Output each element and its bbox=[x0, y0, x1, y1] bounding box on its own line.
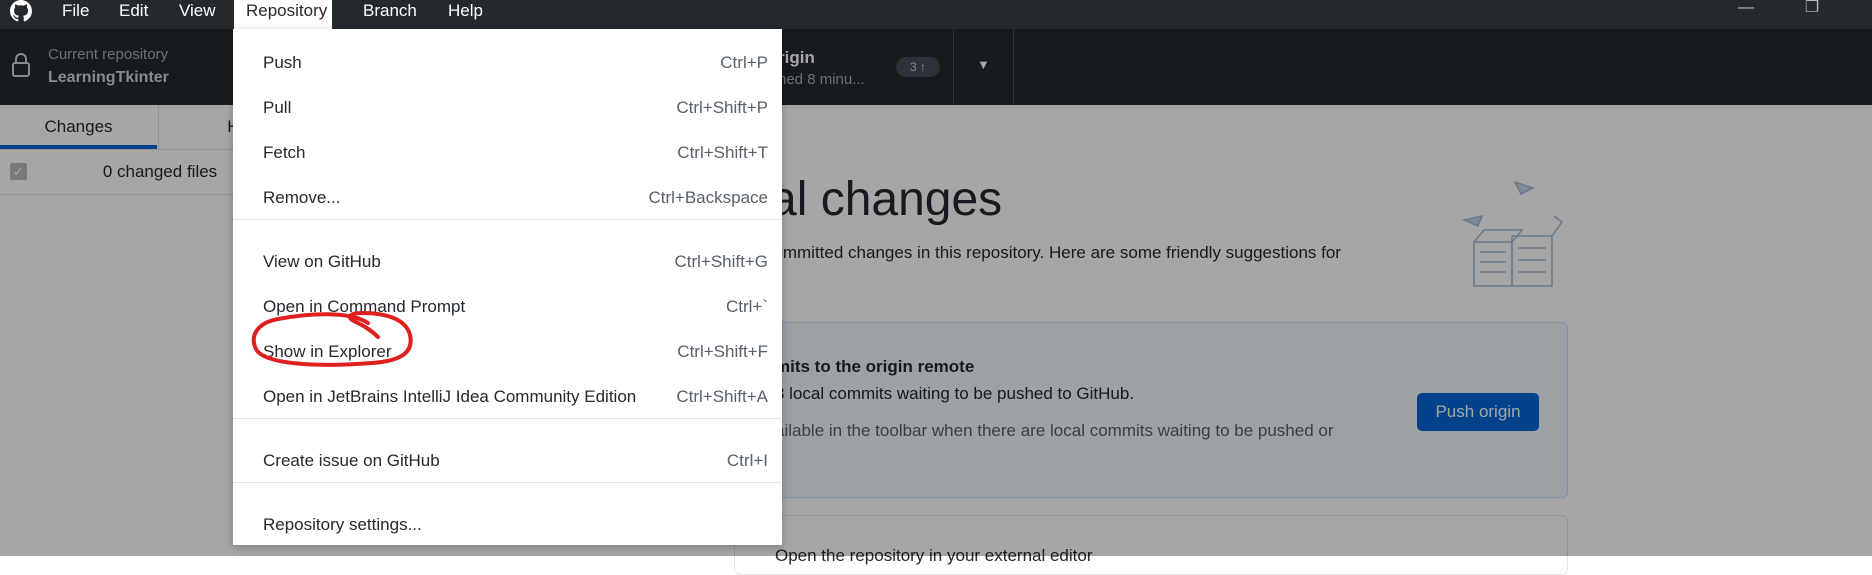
menu-item-remove[interactable]: Remove... Ctrl+Backspace bbox=[233, 179, 782, 217]
restore-icon[interactable]: ❐ bbox=[1792, 0, 1832, 22]
menu-item-pull[interactable]: Pull Ctrl+Shift+P bbox=[233, 89, 782, 127]
menu-item-shortcut: Ctrl+Shift+A bbox=[676, 387, 768, 406]
annotation-circle bbox=[251, 310, 413, 367]
repository-menu: Push Ctrl+P Pull Ctrl+Shift+P Fetch Ctrl… bbox=[233, 29, 782, 545]
menu-item-shortcut: Ctrl+Backspace bbox=[648, 188, 768, 207]
minimize-icon[interactable]: — bbox=[1726, 0, 1766, 22]
menu-separator bbox=[233, 418, 782, 419]
menu-item-shortcut: Ctrl+` bbox=[725, 297, 768, 316]
github-logo-icon bbox=[10, 0, 32, 22]
menu-view[interactable]: View bbox=[167, 0, 228, 29]
menu-item-label: Fetch bbox=[263, 143, 306, 162]
menu-item-label: Push bbox=[263, 53, 302, 72]
menu-item-repository-settings[interactable]: Repository settings... bbox=[233, 506, 782, 544]
menu-help[interactable]: Help bbox=[436, 0, 495, 29]
menu-item-push[interactable]: Push Ctrl+P bbox=[233, 44, 782, 82]
menu-item-label: Repository settings... bbox=[263, 515, 422, 534]
menu-item-label: Open in JetBrains IntelliJ Idea Communit… bbox=[263, 387, 637, 406]
menu-branch[interactable]: Branch bbox=[351, 0, 429, 29]
title-bar: File Edit View Repository Branch Help — … bbox=[0, 0, 1872, 29]
menu-item-label: Remove... bbox=[263, 188, 341, 207]
menu-item-shortcut: Ctrl+I bbox=[726, 451, 768, 470]
menu-repository[interactable]: Repository bbox=[234, 0, 332, 29]
menu-item-fetch[interactable]: Fetch Ctrl+Shift+T bbox=[233, 134, 782, 172]
menu-separator bbox=[233, 219, 782, 220]
menu-item-shortcut: Ctrl+Shift+F bbox=[677, 342, 768, 361]
menu-item-shortcut: Ctrl+Shift+P bbox=[676, 98, 768, 117]
menu-item-label: View on GitHub bbox=[263, 252, 381, 271]
menu-item-label: Create issue on GitHub bbox=[263, 451, 440, 470]
menu-item-open-in-editor[interactable]: Open in JetBrains IntelliJ Idea Communit… bbox=[233, 378, 782, 416]
menu-item-label: Pull bbox=[263, 98, 292, 117]
menu-item-shortcut: Ctrl+Shift+T bbox=[677, 143, 768, 162]
menu-separator bbox=[233, 482, 782, 483]
menu-item-create-issue[interactable]: Create issue on GitHub Ctrl+I bbox=[233, 442, 782, 480]
menu-item-shortcut: Ctrl+P bbox=[720, 53, 768, 72]
menu-item-shortcut: Ctrl+Shift+G bbox=[674, 252, 768, 271]
menu-file[interactable]: File bbox=[50, 0, 101, 29]
menu-edit[interactable]: Edit bbox=[107, 0, 160, 29]
menu-item-view-on-github[interactable]: View on GitHub Ctrl+Shift+G bbox=[233, 243, 782, 281]
